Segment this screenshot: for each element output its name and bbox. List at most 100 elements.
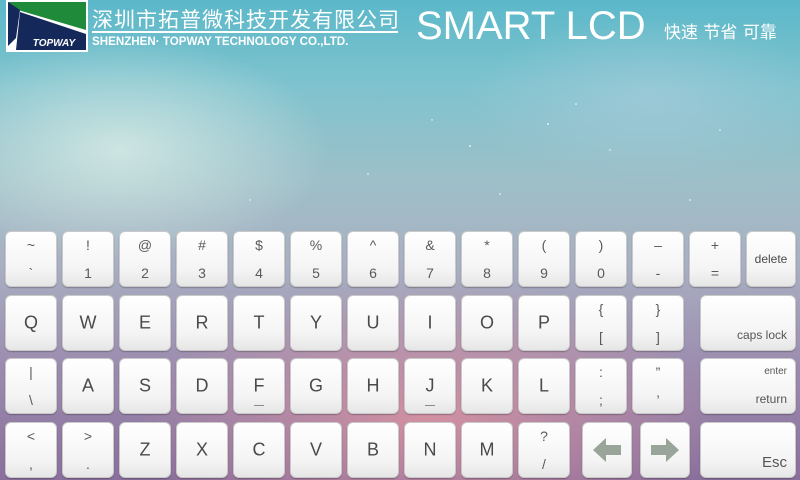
- key-e[interactable]: E: [119, 295, 171, 351]
- key-label: K: [480, 375, 493, 396]
- key-s[interactable]: S: [119, 358, 171, 414]
- key-label: U: [366, 312, 380, 333]
- esc-key[interactable]: Esc: [700, 422, 796, 478]
- key-slash[interactable]: ? /: [518, 422, 570, 478]
- key-a[interactable]: A: [62, 358, 114, 414]
- key-base-label: 6: [369, 265, 377, 281]
- left-arrow-icon: [593, 438, 621, 462]
- key-r[interactable]: R: [176, 295, 228, 351]
- key-l[interactable]: L: [518, 358, 570, 414]
- key-base-label: .: [86, 456, 90, 472]
- key-3[interactable]: # 3: [176, 231, 228, 287]
- key-u[interactable]: U: [347, 295, 399, 351]
- key-i[interactable]: I: [404, 295, 456, 351]
- key-label: Esc: [761, 454, 787, 471]
- key-label: Y: [309, 312, 322, 333]
- key-d[interactable]: D: [176, 358, 228, 414]
- key-shift-label: %: [309, 237, 323, 253]
- key-o[interactable]: O: [461, 295, 513, 351]
- key-backtick[interactable]: ~ `: [5, 231, 57, 287]
- key-base-label: 7: [426, 265, 434, 281]
- key-shift-label: }: [655, 301, 661, 317]
- key-7[interactable]: & 7: [404, 231, 456, 287]
- key-0[interactable]: ) 0: [575, 231, 627, 287]
- key-label: O: [479, 312, 494, 333]
- key-base-label: 3: [198, 265, 206, 281]
- key-label: S: [138, 375, 151, 396]
- home-row-bump: [254, 405, 264, 406]
- key-label: I: [427, 312, 433, 333]
- key-shift-label: <: [26, 428, 36, 444]
- right-arrow-icon: [651, 438, 679, 462]
- key-m[interactable]: M: [461, 422, 513, 478]
- key-base-label: ,: [29, 456, 33, 472]
- key-shift-label: enter: [764, 366, 787, 377]
- right-arrow-key[interactable]: [640, 422, 690, 478]
- key-left-bracket[interactable]: { [: [575, 295, 627, 351]
- key-shift-label: ): [598, 237, 604, 253]
- key-quote[interactable]: ” ’: [632, 358, 684, 414]
- key-q[interactable]: Q: [5, 295, 57, 351]
- key-right-bracket[interactable]: } ]: [632, 295, 684, 351]
- key-label: Q: [23, 312, 38, 333]
- key-9[interactable]: ( 9: [518, 231, 570, 287]
- key-z[interactable]: Z: [119, 422, 171, 478]
- key-shift-label: {: [598, 301, 604, 317]
- key-comma[interactable]: < ,: [5, 422, 57, 478]
- key-label: delete: [754, 252, 788, 266]
- key-backslash[interactable]: | \: [5, 358, 57, 414]
- key-equals[interactable]: + =: [689, 231, 741, 287]
- key-h[interactable]: H: [347, 358, 399, 414]
- key-shift-label: ”: [655, 364, 661, 380]
- key-shift-label: !: [86, 237, 90, 253]
- enter-key[interactable]: enter return: [700, 358, 796, 414]
- key-base-label: [: [599, 329, 603, 345]
- key-8[interactable]: * 8: [461, 231, 513, 287]
- key-shift-label: (: [541, 237, 547, 253]
- key-b[interactable]: B: [347, 422, 399, 478]
- key-base-label: ]: [656, 329, 660, 345]
- key-shift-label: &: [425, 237, 435, 253]
- key-j[interactable]: J: [404, 358, 456, 414]
- key-label: C: [252, 439, 266, 460]
- key-g[interactable]: G: [290, 358, 342, 414]
- key-1[interactable]: ! 1: [62, 231, 114, 287]
- key-w[interactable]: W: [62, 295, 114, 351]
- key-6[interactable]: ^ 6: [347, 231, 399, 287]
- key-label: M: [479, 439, 495, 460]
- key-2[interactable]: @ 2: [119, 231, 171, 287]
- key-5[interactable]: % 5: [290, 231, 342, 287]
- key-4[interactable]: $ 4: [233, 231, 285, 287]
- key-n[interactable]: N: [404, 422, 456, 478]
- key-label: A: [81, 375, 94, 396]
- key-base-label: 8: [483, 265, 491, 281]
- key-period[interactable]: > .: [62, 422, 114, 478]
- key-base-label: =: [710, 265, 720, 281]
- key-label: Z: [139, 439, 151, 460]
- key-shift-label: >: [83, 428, 93, 444]
- key-shift-label: @: [137, 237, 153, 253]
- key-v[interactable]: V: [290, 422, 342, 478]
- key-label: caps lock: [736, 328, 787, 342]
- key-shift-label: ~: [26, 237, 36, 253]
- key-base-label: -: [655, 265, 661, 281]
- left-arrow-key[interactable]: [582, 422, 632, 478]
- key-p[interactable]: P: [518, 295, 570, 351]
- key-label: B: [366, 439, 379, 460]
- key-f[interactable]: F: [233, 358, 285, 414]
- delete-key[interactable]: delete: [746, 231, 796, 287]
- key-x[interactable]: X: [176, 422, 228, 478]
- key-shift-label: ^: [369, 237, 377, 253]
- key-base-label: `: [28, 265, 34, 281]
- caps-lock-key[interactable]: caps lock: [700, 295, 796, 351]
- key-c[interactable]: C: [233, 422, 285, 478]
- key-semicolon[interactable]: : ;: [575, 358, 627, 414]
- key-y[interactable]: Y: [290, 295, 342, 351]
- key-base-label: /: [542, 456, 546, 472]
- key-t[interactable]: T: [233, 295, 285, 351]
- key-minus[interactable]: – -: [632, 231, 684, 287]
- key-k[interactable]: K: [461, 358, 513, 414]
- key-shift-label: +: [710, 237, 720, 253]
- key-label: G: [308, 375, 323, 396]
- key-label: P: [537, 312, 550, 333]
